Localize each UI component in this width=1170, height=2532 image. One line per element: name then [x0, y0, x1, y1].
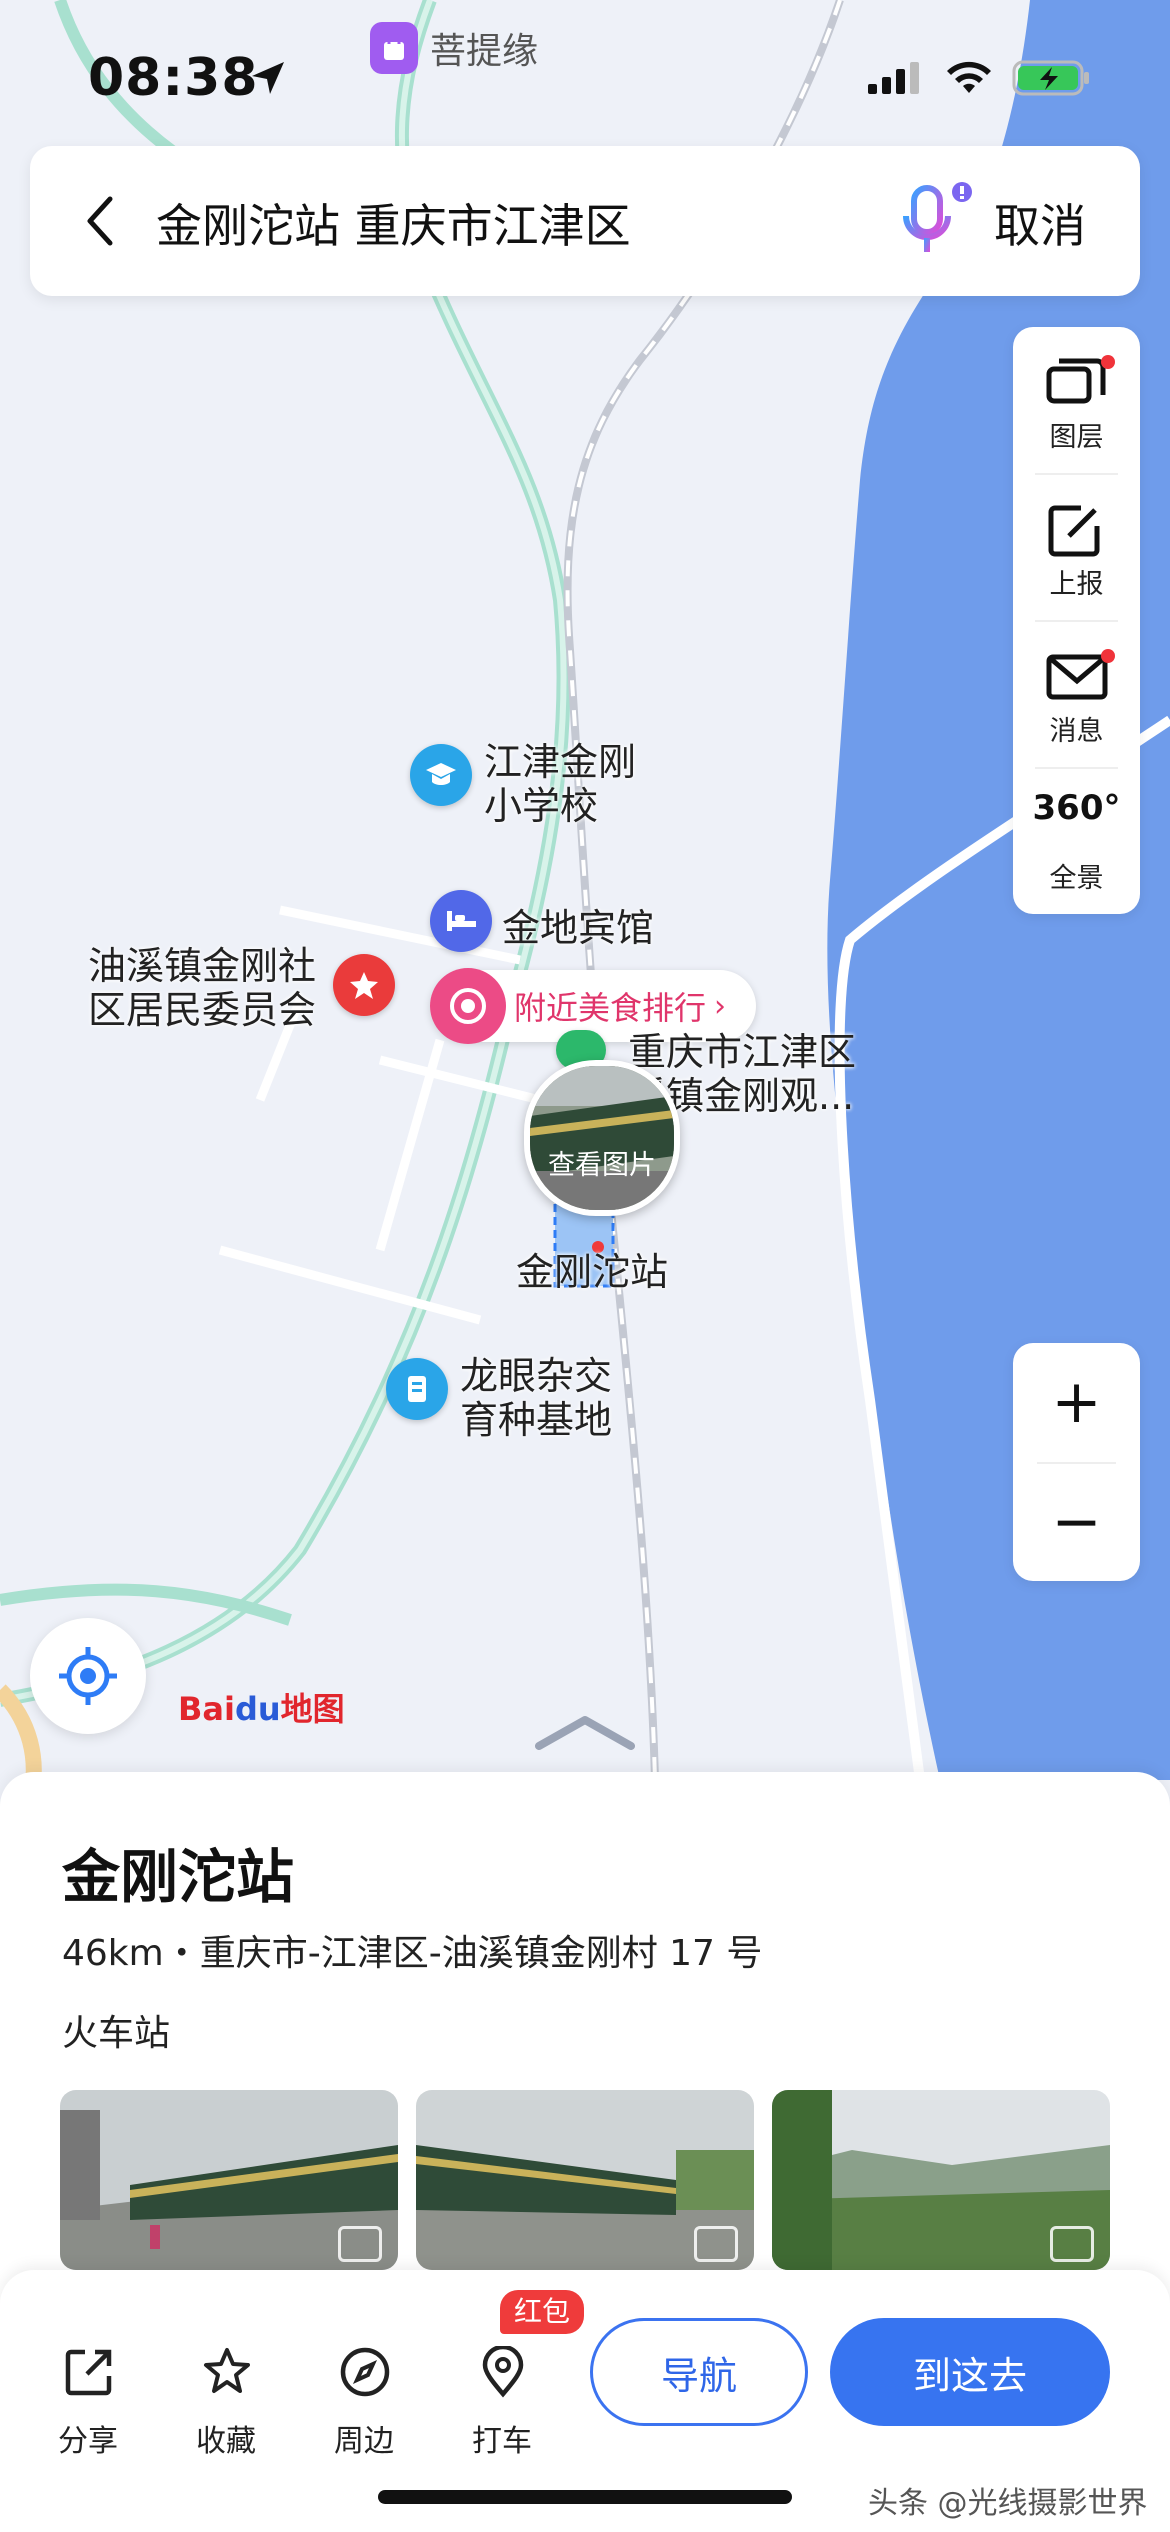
- station-label[interactable]: 金刚沱站: [516, 1250, 668, 1294]
- pin-icon: [482, 2346, 524, 2398]
- battery-icon: [1012, 60, 1089, 96]
- bed-icon: [447, 911, 476, 931]
- shop-bag-icon: [370, 22, 418, 74]
- station-photo-thumb: [530, 1066, 674, 1210]
- signal-icon: [868, 62, 919, 94]
- base-pin[interactable]: [386, 1358, 448, 1420]
- wifi-icon: [947, 61, 991, 93]
- school-icon: [426, 763, 456, 785]
- photo-badge-icon: [694, 2226, 738, 2262]
- search-query[interactable]: 金刚沱站 重庆市江津区: [156, 190, 631, 256]
- map-tools-panel: 图层 上报 消息 360° 全景: [1013, 327, 1140, 914]
- locate-button[interactable]: [30, 1618, 146, 1734]
- red-packet-badge: 红包: [500, 2290, 585, 2334]
- zoom-control: + −: [1013, 1343, 1140, 1581]
- zoom-in-button[interactable]: +: [1013, 1343, 1140, 1461]
- report-button[interactable]: 上报: [1013, 474, 1140, 620]
- place-category: 火车站: [62, 2013, 171, 2054]
- photo-strip: [60, 2090, 1110, 2270]
- photo-caption: 查看图片: [548, 1150, 656, 1181]
- hotel-label[interactable]: 金地宾馆: [502, 906, 654, 950]
- back-icon[interactable]: [80, 191, 120, 251]
- layers-button[interactable]: 图层: [1013, 327, 1140, 473]
- report-icon: [1048, 505, 1100, 557]
- layers-icon: [1046, 358, 1106, 404]
- baidu-map-logo: Baidu地图: [178, 1690, 345, 1728]
- status-time: 08:38: [88, 48, 259, 108]
- layers-notice-dot: [1101, 355, 1115, 369]
- star-icon: [204, 2348, 250, 2393]
- search-bar[interactable]: 金刚沱站 重庆市江津区 取消: [30, 146, 1140, 296]
- committee-label[interactable]: 油溪镇金刚社 区居民委员会: [88, 944, 316, 1032]
- location-arrow-icon: [252, 62, 284, 94]
- messages-label: 消息: [1049, 716, 1104, 747]
- locate-icon: [59, 1647, 117, 1705]
- panorama-icon: 360°: [1032, 788, 1121, 828]
- taxi-label: 打车: [472, 2424, 532, 2459]
- nearby-label: 周边: [334, 2424, 394, 2459]
- station-photo-bubble[interactable]: 查看图片: [524, 1060, 680, 1216]
- map-view[interactable]: 08:38 菩提缘 江津金刚 小学校 金地宾馆 油溪镇金刚社 区居民委员会 附近…: [0, 0, 1170, 1800]
- school-label[interactable]: 江津金刚 小学校: [484, 740, 636, 828]
- poi-top-label: 菩提缘: [430, 31, 539, 72]
- photo-thumb[interactable]: [772, 2090, 1110, 2270]
- poi-top[interactable]: 菩提缘: [370, 22, 538, 74]
- food-icon: [430, 968, 506, 1044]
- photo-badge-icon: [1050, 2226, 1094, 2262]
- photo-thumb[interactable]: [416, 2090, 754, 2270]
- layers-label: 图层: [1049, 422, 1104, 453]
- navigate-button[interactable]: 导航: [590, 2318, 808, 2426]
- messages-notice-dot: [1101, 649, 1115, 663]
- messages-button[interactable]: 消息: [1013, 621, 1140, 767]
- photo-badge-icon: [338, 2226, 382, 2262]
- go-here-button[interactable]: 到这去: [830, 2318, 1110, 2426]
- watermark: 头条 @光线摄影世界: [868, 2486, 1148, 2521]
- message-icon: [1046, 654, 1108, 700]
- committee-pin[interactable]: [333, 954, 395, 1016]
- chevron-right-icon: ›: [714, 988, 727, 1024]
- panorama-button[interactable]: 360° 全景: [1013, 768, 1140, 914]
- panorama-label: 全景: [1049, 863, 1104, 894]
- zoom-out-button[interactable]: −: [1013, 1463, 1140, 1581]
- star-badge-icon: [350, 972, 378, 999]
- home-indicator[interactable]: [378, 2490, 792, 2504]
- mic-icon[interactable]: [896, 182, 980, 262]
- base-label[interactable]: 龙眼杂交 育种基地: [460, 1354, 612, 1442]
- sheet-handle-icon[interactable]: [535, 1712, 635, 1752]
- favorite-label: 收藏: [196, 2424, 256, 2459]
- report-label: 上报: [1049, 569, 1104, 600]
- share-icon: [65, 2349, 112, 2396]
- place-title: 金刚沱站: [62, 1843, 295, 1911]
- share-label: 分享: [58, 2424, 118, 2459]
- place-address: 46km・重庆市-江津区-油溪镇金刚村 17 号: [62, 1933, 763, 1974]
- photo-thumb[interactable]: [60, 2090, 398, 2270]
- status-bar: 08:38: [0, 40, 1170, 120]
- food-ranking-label: 附近美食排行: [514, 989, 707, 1027]
- cancel-button[interactable]: 取消: [994, 190, 1086, 256]
- compass-icon: [340, 2347, 390, 2397]
- building-icon: [408, 1376, 426, 1402]
- hotel-pin[interactable]: [430, 890, 492, 952]
- school-pin[interactable]: [410, 744, 472, 806]
